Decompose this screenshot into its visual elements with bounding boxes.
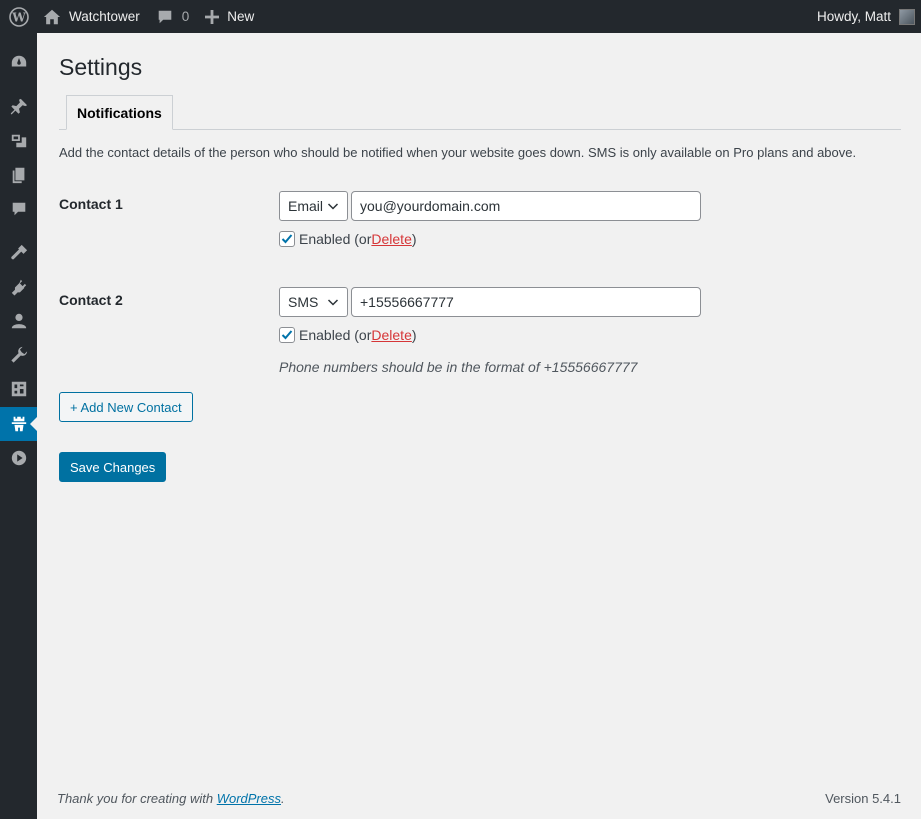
watchtower-icon xyxy=(11,416,26,432)
footer-version: Version 5.4.1 xyxy=(825,791,901,806)
footer-thankyou-prefix: Thank you for creating with xyxy=(57,791,217,806)
menu-item-watchtower[interactable] xyxy=(0,407,37,441)
contact-1-close-paren: ) xyxy=(411,231,417,247)
pages-icon xyxy=(12,167,24,184)
wordpress-logo-icon: W xyxy=(8,6,29,27)
wordpress-logo-menu[interactable]: W xyxy=(0,0,37,33)
menu-item-dashboard[interactable] xyxy=(0,45,37,79)
contact-1-enabled-row: Enabled (or Delete ) xyxy=(279,231,417,247)
phone-format-help-text: Phone numbers should be in the format of… xyxy=(279,359,638,375)
chevron-down-icon xyxy=(327,299,339,306)
play-icon xyxy=(11,450,26,466)
contact-2-enabled-row: Enabled (or Delete ) xyxy=(279,327,417,343)
plugins-icon xyxy=(11,279,26,296)
intro-text: Add the contact details of the person wh… xyxy=(59,145,857,160)
posts-pin-icon xyxy=(10,98,27,115)
footer-thankyou-suffix: . xyxy=(281,791,285,806)
save-changes-button[interactable]: Save Changes xyxy=(59,452,167,482)
comment-bubble-icon xyxy=(158,10,172,23)
contact-1-enabled-checkbox[interactable] xyxy=(279,231,295,247)
menu-item-pages[interactable] xyxy=(0,158,37,192)
contact-1-enabled-text: Enabled (or xyxy=(299,231,372,247)
contact-2-enabled-checkbox[interactable] xyxy=(279,327,295,343)
menu-item-appearance[interactable] xyxy=(0,236,37,270)
contact-1-label: Contact 1 xyxy=(59,196,123,212)
site-name-menu[interactable]: Watchtower xyxy=(37,0,156,33)
contact-1-value-input[interactable] xyxy=(351,191,701,221)
menu-item-plugins[interactable] xyxy=(0,270,37,304)
media-icon xyxy=(11,134,26,148)
howdy-text: Howdy, Matt xyxy=(816,9,891,24)
contact-1-type-select[interactable]: Email xyxy=(279,191,348,221)
settings-icon xyxy=(11,381,26,397)
wordpress-link[interactable]: WordPress xyxy=(217,791,281,806)
menu-item-posts[interactable] xyxy=(0,90,37,124)
add-new-contact-button[interactable]: + Add New Contact xyxy=(59,392,193,422)
avatar xyxy=(899,8,915,25)
menu-item-users[interactable] xyxy=(0,304,37,338)
contact-2-type-value: SMS xyxy=(288,294,319,310)
comments-count: 0 xyxy=(181,9,190,24)
contact-2-value-input[interactable] xyxy=(351,287,701,317)
contact-2-label: Contact 2 xyxy=(59,292,123,308)
new-label: New xyxy=(227,9,255,24)
menu-item-tools[interactable] xyxy=(0,338,37,372)
footer-thankyou: Thank you for creating with WordPress. xyxy=(57,791,285,806)
tab-notifications[interactable]: Notifications xyxy=(66,95,173,130)
comments-icon xyxy=(12,202,25,216)
new-content-menu[interactable]: New xyxy=(205,0,254,33)
menu-item-media[interactable] xyxy=(0,124,37,158)
tools-icon xyxy=(10,346,27,363)
svg-text:W: W xyxy=(11,10,26,24)
checkmark-icon xyxy=(281,330,293,340)
admin-side-menu xyxy=(0,33,37,819)
dashboard-icon xyxy=(11,55,26,67)
contact-2-close-paren: ) xyxy=(411,327,417,343)
users-icon xyxy=(11,313,26,329)
menu-item-settings[interactable] xyxy=(0,372,37,406)
menu-item-media-player[interactable] xyxy=(0,441,37,475)
my-account-menu[interactable]: Howdy, Matt xyxy=(817,0,921,33)
contact-2-delete-link[interactable]: Delete xyxy=(371,327,411,343)
checkmark-icon xyxy=(281,234,293,244)
page-title: Settings xyxy=(59,54,143,80)
chevron-down-icon xyxy=(327,203,339,210)
contact-2-enabled-text: Enabled (or xyxy=(299,327,372,343)
comments-menu[interactable]: 0 xyxy=(156,0,206,33)
site-name: Watchtower xyxy=(69,9,140,24)
contact-1-type-value: Email xyxy=(288,198,324,214)
appearance-icon xyxy=(10,244,27,260)
contact-1-delete-link[interactable]: Delete xyxy=(371,231,411,247)
menu-item-comments[interactable] xyxy=(0,192,37,226)
plus-icon xyxy=(205,9,220,24)
home-icon xyxy=(43,9,61,24)
admin-bar: W Watchtower 0 New Howdy, Matt xyxy=(0,0,921,33)
contact-2-type-select[interactable]: SMS xyxy=(279,287,348,317)
nav-tab-wrapper: Notifications xyxy=(59,95,901,130)
